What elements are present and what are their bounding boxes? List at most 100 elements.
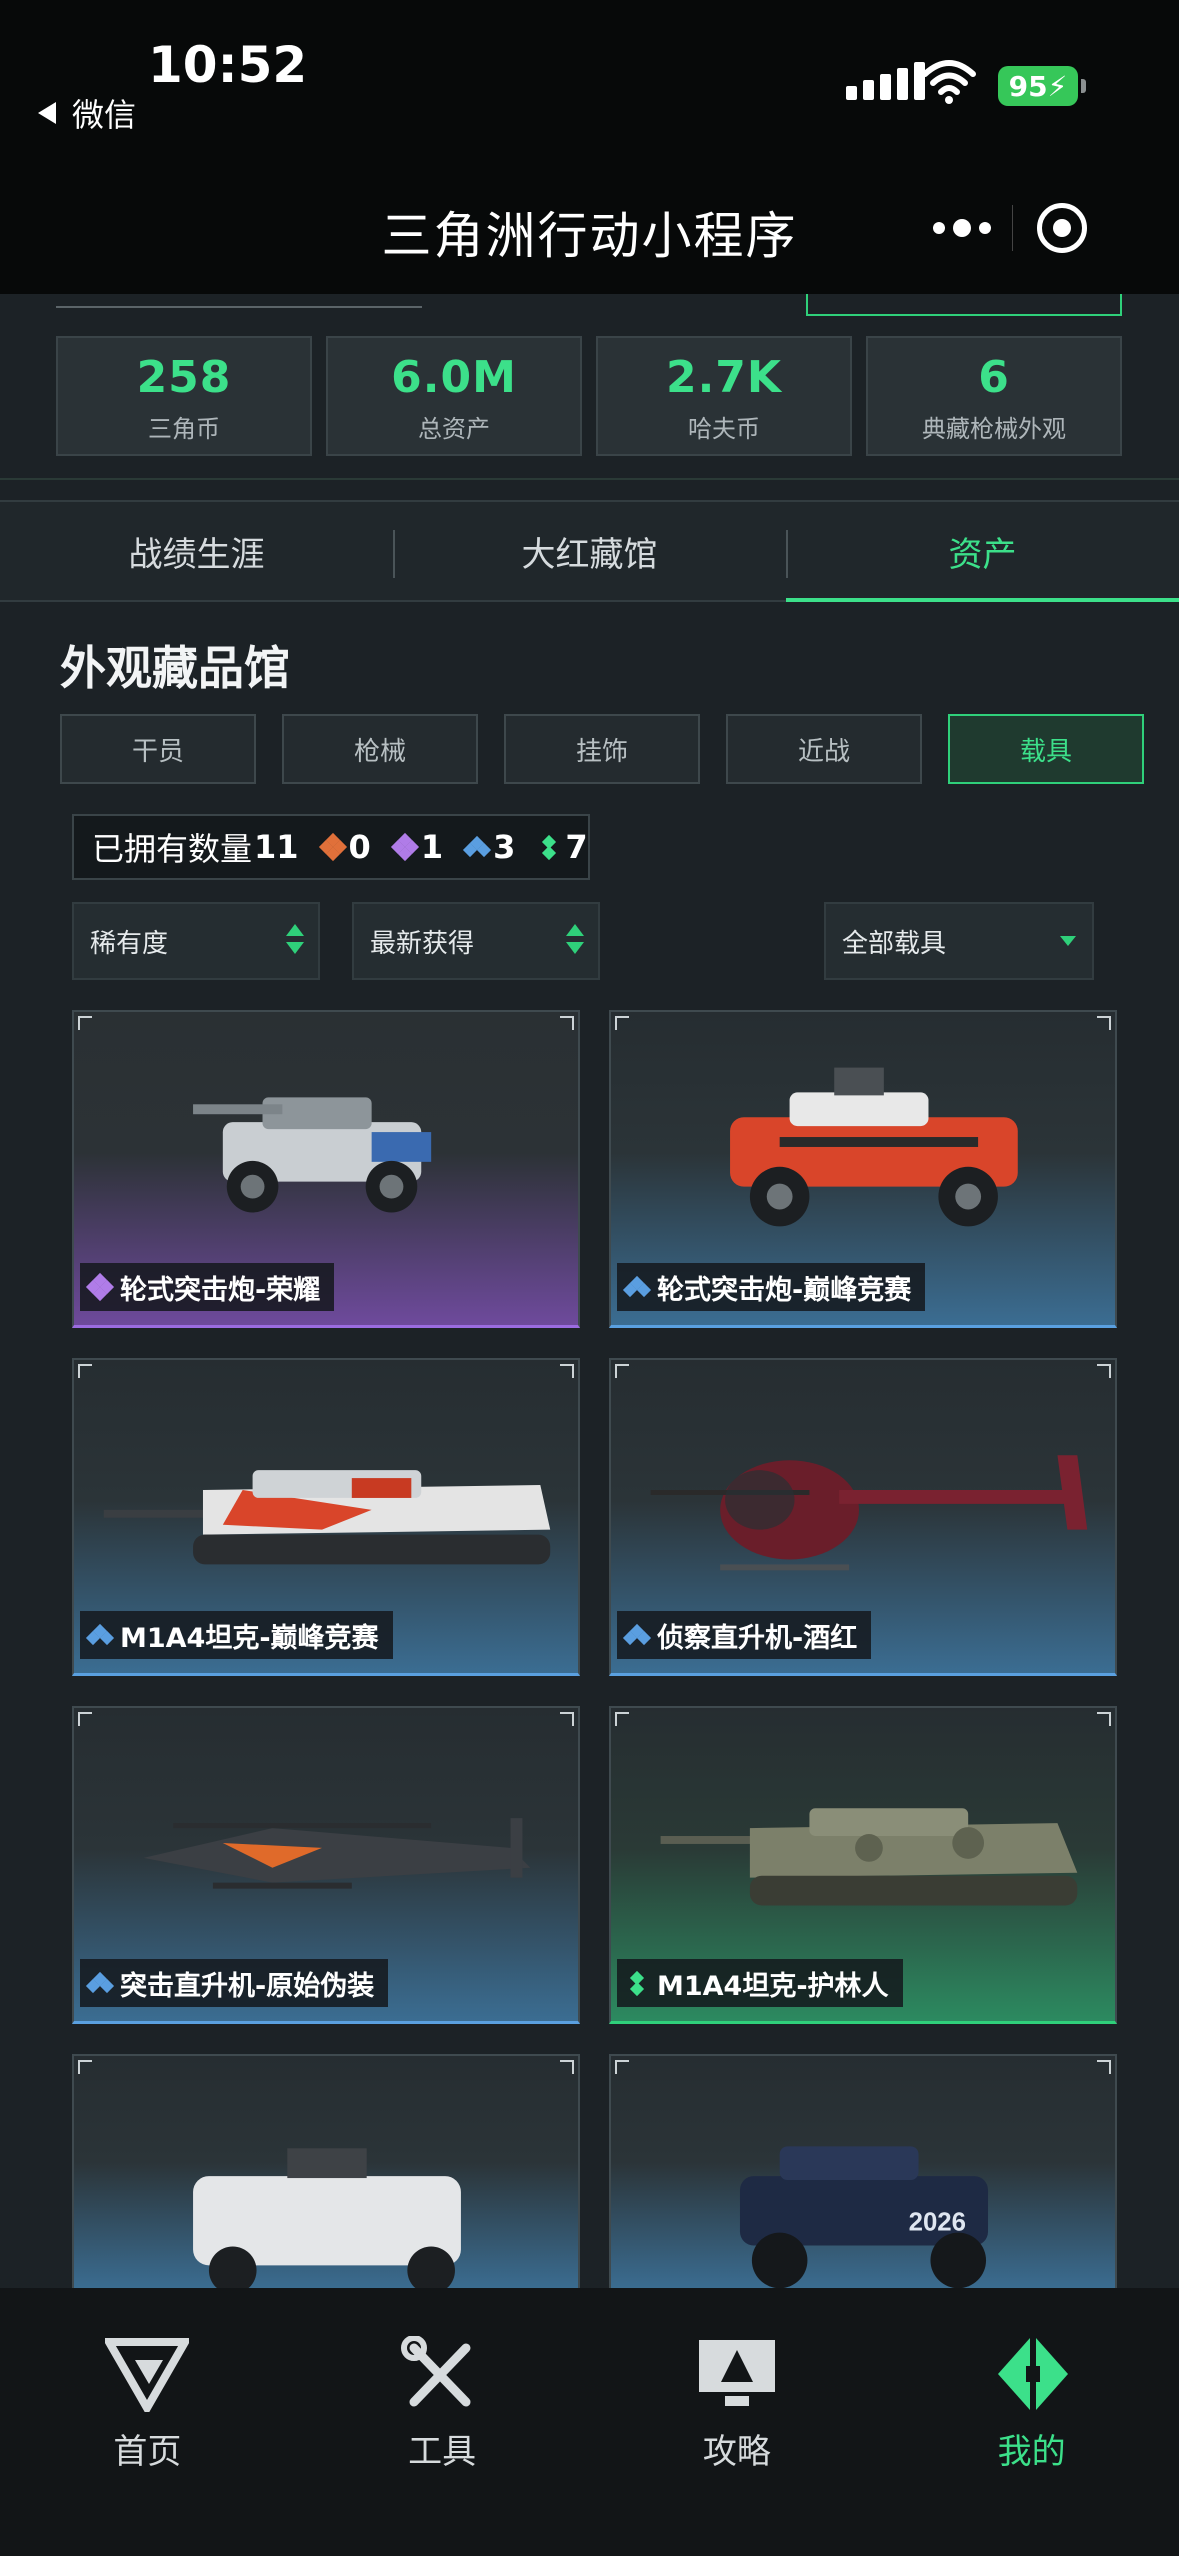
purple-gem-icon bbox=[85, 1272, 115, 1302]
section-title: 外观藏品馆 bbox=[60, 641, 290, 695]
count-value: 7 bbox=[565, 828, 588, 866]
vehicle-name: M1A4坦克-巅峰竞赛 bbox=[120, 1622, 379, 1654]
battery-level: 95 bbox=[1008, 69, 1048, 103]
stat-card: 6.0M 总资产 bbox=[326, 336, 582, 456]
stat-card: 6 典藏枪械外观 bbox=[866, 336, 1122, 456]
sort-filter-label: 最新获得 bbox=[370, 928, 475, 959]
stats-top-button-edge bbox=[806, 294, 1122, 316]
category-operators[interactable]: 干员 bbox=[60, 714, 256, 784]
nav-guide[interactable]: 攻略 bbox=[590, 2288, 885, 2556]
delta-logo-icon bbox=[105, 2338, 190, 2412]
dropdown-arrow-icon bbox=[1060, 936, 1076, 946]
rarity-count-purple: 1 bbox=[390, 828, 444, 866]
target-icon bbox=[1037, 203, 1088, 253]
tab-career[interactable]: 战绩生涯 bbox=[0, 502, 393, 600]
nav-label: 工具 bbox=[408, 2432, 477, 2472]
more-options-button[interactable] bbox=[912, 219, 1012, 237]
owned-total: 11 bbox=[254, 828, 299, 866]
vehicle-card[interactable]: 侦察直升机-酒红 bbox=[609, 1358, 1117, 1676]
count-value: 3 bbox=[493, 828, 516, 866]
sort-filter[interactable]: 最新获得 bbox=[352, 902, 600, 980]
stat-card: 258 三角币 bbox=[56, 336, 312, 456]
category-charms[interactable]: 挂饰 bbox=[504, 714, 700, 784]
stat-label: 总资产 bbox=[418, 415, 490, 443]
guide-screen-icon bbox=[698, 2340, 775, 2406]
vehicle-card[interactable]: 轮式突击炮-巅峰竞赛 bbox=[609, 1010, 1117, 1328]
battery-indicator: 95 ⚡ bbox=[998, 66, 1086, 106]
nav-home[interactable]: 首页 bbox=[0, 2288, 295, 2556]
miniprogram-capsule bbox=[912, 184, 1112, 272]
nav-mine[interactable]: 我的 bbox=[884, 2288, 1179, 2556]
wheeled-assault-gun-dark-image: 2026 bbox=[739, 2146, 989, 2289]
count-value: 1 bbox=[420, 828, 444, 866]
scout-helicopter-wine-image bbox=[650, 1455, 1088, 1571]
blue-gem-icon bbox=[463, 835, 492, 859]
vehicle-card[interactable]: 轮式突击炮-荣耀 bbox=[72, 1010, 580, 1328]
vehicle-name-label: 轮式突击炮-巅峰竞赛 bbox=[617, 1263, 926, 1311]
vehicle-card[interactable] bbox=[72, 2054, 580, 2294]
rarity-filter[interactable]: 稀有度 bbox=[72, 902, 320, 980]
top-bar: 10:52 微信 95 ⚡ 三角洲行动小程序 bbox=[0, 0, 1179, 294]
blue-gem-icon bbox=[85, 1623, 115, 1647]
rarity-filter-label: 稀有度 bbox=[90, 928, 169, 959]
attack-helicopter-camo-image bbox=[143, 1818, 531, 1889]
stat-value: 6.0M bbox=[391, 352, 517, 403]
stat-label: 哈夫币 bbox=[688, 415, 760, 443]
svg-text:2026: 2026 bbox=[909, 2209, 966, 2237]
close-miniprogram-button[interactable] bbox=[1013, 203, 1113, 253]
nav-label: 我的 bbox=[997, 2432, 1066, 2472]
stat-card: 2.7K 哈夫币 bbox=[596, 336, 852, 456]
owned-count-bar: 已拥有数量 11 0 1 3 7 bbox=[72, 814, 590, 880]
owned-label: 已拥有数量 bbox=[92, 830, 253, 868]
vehicle-name: M1A4坦克-护林人 bbox=[657, 1970, 889, 2002]
stats-row: 258 三角币 6.0M 总资产 2.7K 哈夫币 6 典藏枪械外观 bbox=[56, 336, 1122, 456]
status-time: 10:52 bbox=[148, 36, 308, 94]
wheeled-assault-gun-image bbox=[193, 1097, 432, 1213]
vehicle-name: 轮式突击炮-荣耀 bbox=[120, 1274, 321, 1306]
blue-gem-icon bbox=[622, 1275, 652, 1299]
stat-label: 三角币 bbox=[148, 415, 220, 443]
green-gem-icon bbox=[625, 1970, 649, 1997]
nav-label: 首页 bbox=[113, 2432, 182, 2472]
tab-assets[interactable]: 资产 bbox=[786, 502, 1179, 602]
back-arrow-icon bbox=[38, 102, 56, 124]
vehicle-name-label: 轮式突击炮-荣耀 bbox=[80, 1263, 335, 1311]
tools-icon bbox=[401, 2336, 471, 2407]
vehicle-name-label: M1A4坦克-护林人 bbox=[617, 1959, 903, 2007]
green-gem-icon bbox=[537, 834, 561, 861]
back-label: 微信 bbox=[72, 96, 137, 134]
vehicle-card[interactable]: 2026 bbox=[609, 2054, 1117, 2294]
category-weapons[interactable]: 枪械 bbox=[282, 714, 478, 784]
vehicle-type-filter[interactable]: 全部载具 bbox=[824, 902, 1094, 980]
vehicle-card[interactable]: M1A4坦克-巅峰竞赛 bbox=[72, 1358, 580, 1676]
main-tabs: 战绩生涯 大红藏馆 资产 bbox=[0, 500, 1179, 602]
rarity-count-green: 7 bbox=[537, 828, 588, 866]
vehicle-card[interactable]: 突击直升机-原始伪装 bbox=[72, 1706, 580, 2024]
vehicle-name-label: M1A4坦克-巅峰竞赛 bbox=[80, 1611, 393, 1659]
stat-value: 258 bbox=[136, 352, 232, 403]
rarity-count-blue: 3 bbox=[463, 828, 516, 866]
armored-vehicle-white-image bbox=[193, 2148, 461, 2291]
back-to-wechat[interactable]: 微信 bbox=[38, 90, 136, 136]
vehicle-card[interactable]: M1A4坦克-护林人 bbox=[609, 1706, 1117, 2024]
stat-label: 典藏枪械外观 bbox=[922, 415, 1066, 443]
profile-logo-icon bbox=[997, 2338, 1068, 2410]
stat-value: 2.7K bbox=[665, 352, 783, 403]
vehicle-name-label: 侦察直升机-酒红 bbox=[617, 1611, 872, 1659]
stat-value: 6 bbox=[978, 352, 1010, 403]
nav-tools[interactable]: 工具 bbox=[295, 2288, 590, 2556]
tab-red-collection[interactable]: 大红藏馆 bbox=[393, 502, 786, 600]
category-melee[interactable]: 近战 bbox=[726, 714, 922, 784]
rarity-count-orange: 0 bbox=[318, 828, 371, 866]
blue-gem-icon bbox=[622, 1623, 652, 1647]
blue-gem-icon bbox=[85, 1971, 115, 1995]
stats-decoration bbox=[56, 296, 422, 314]
purple-gem-icon bbox=[390, 832, 419, 862]
m1a4-tank-ranger-image bbox=[660, 1808, 1078, 1906]
vehicle-type-label: 全部载具 bbox=[842, 928, 947, 959]
orange-gem-icon bbox=[318, 832, 347, 862]
wheeled-assault-gun-red-image bbox=[730, 1067, 1018, 1227]
category-vehicles[interactable]: 载具 bbox=[948, 714, 1144, 784]
signal-icon bbox=[846, 62, 925, 100]
m1a4-tank-red-image bbox=[103, 1470, 551, 1565]
